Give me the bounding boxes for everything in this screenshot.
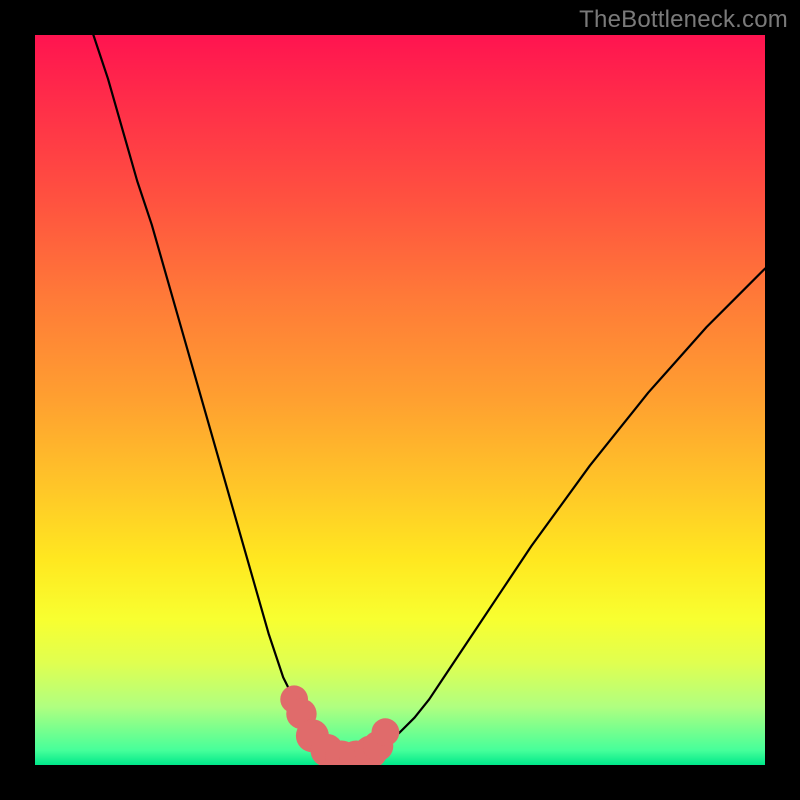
bottleneck-chart [35,35,765,765]
watermark-text: TheBottleneck.com [579,6,788,34]
curve-marker [372,718,400,746]
curve-line [93,35,765,758]
chart-frame: TheBottleneck.com [0,0,800,800]
plot-area [35,35,765,765]
